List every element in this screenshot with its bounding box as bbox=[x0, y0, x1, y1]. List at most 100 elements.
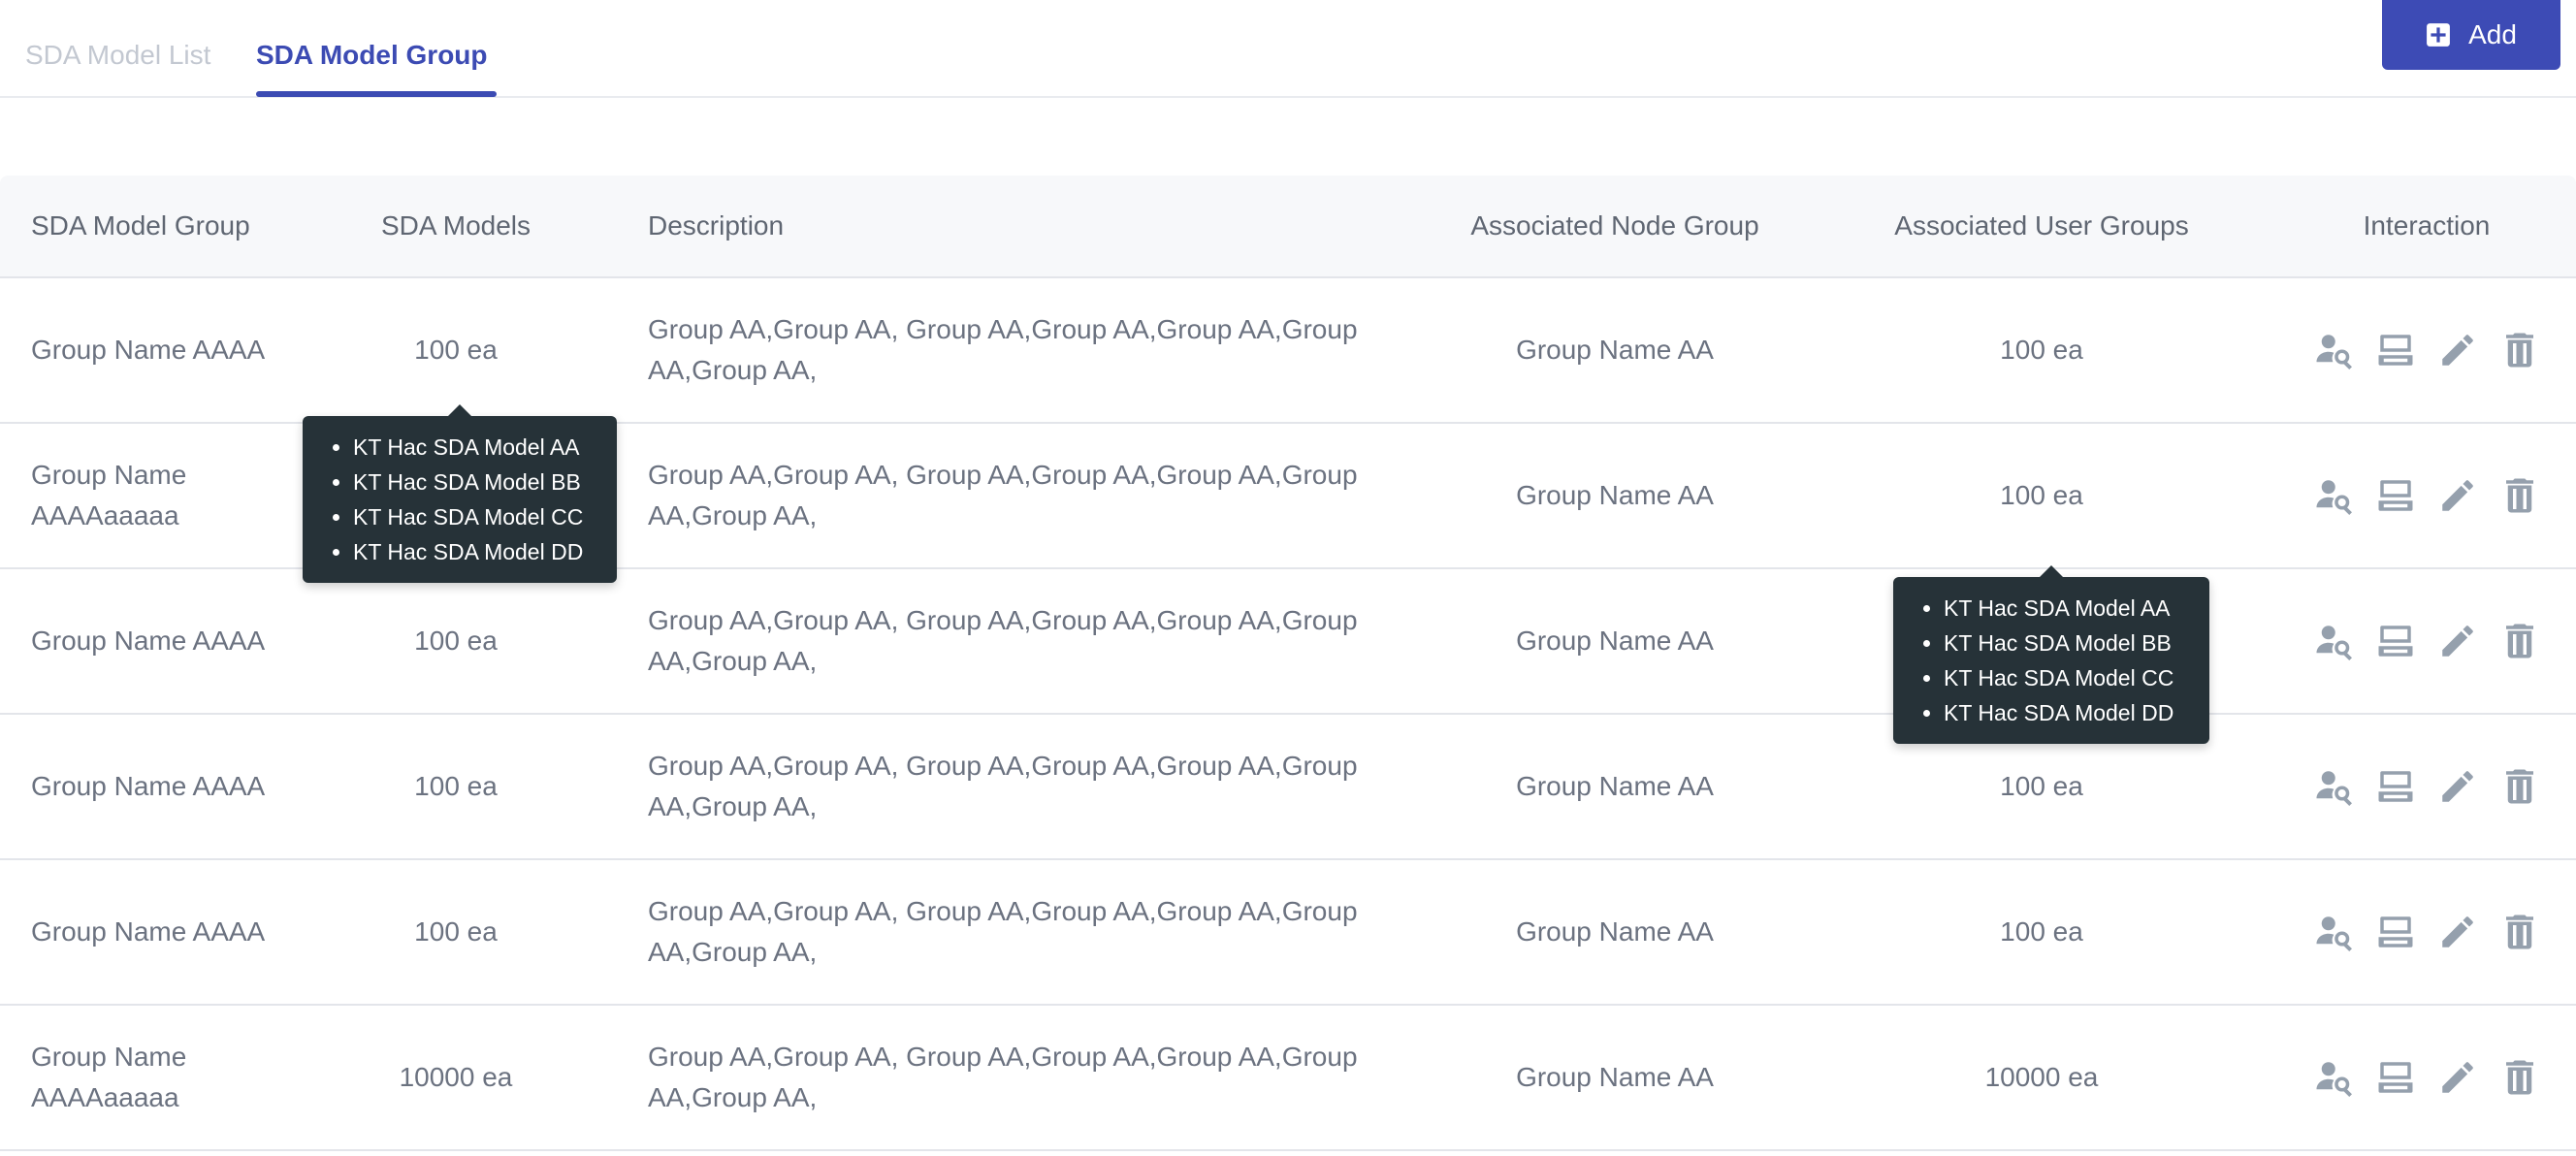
row-sda-models-count[interactable]: 10000 ea bbox=[349, 1006, 563, 1149]
models-tooltip-item: KT Hac SDA Model BB bbox=[353, 465, 594, 499]
row-associated-node-group: Group Name AA bbox=[1516, 480, 1714, 510]
header-interaction: Interaction bbox=[2363, 210, 2491, 241]
models-tooltip: KT Hac SDA Model AAKT Hac SDA Model BBKT… bbox=[303, 404, 617, 583]
row-associated-node-group: Group Name AA bbox=[1516, 626, 1714, 656]
row-group-name: Group Name AAAA bbox=[31, 335, 266, 365]
row-actions bbox=[2312, 911, 2541, 953]
table-row[interactable]: Group Name AAAA 100 ea Group AA,Group AA, … bbox=[0, 860, 2576, 1006]
edit-icon bbox=[2442, 335, 2473, 366]
device-icon bbox=[2378, 771, 2413, 802]
user-search-button[interactable] bbox=[2312, 620, 2355, 662]
row-description: Group AA,Group AA, Group AA,Group AA,Gro… bbox=[648, 751, 1358, 821]
row-description: Group AA,Group AA, Group AA,Group AA,Gro… bbox=[648, 605, 1358, 676]
user-groups-tooltip-item: KT Hac SDA Model CC bbox=[1944, 660, 2186, 695]
edit-button[interactable] bbox=[2436, 1056, 2479, 1099]
delete-button[interactable] bbox=[2498, 765, 2541, 808]
user-search-icon bbox=[2316, 626, 2352, 661]
row-description: Group AA,Group AA, Group AA,Group AA,Gro… bbox=[648, 314, 1358, 385]
tab-sda-model-group[interactable]: SDA Model Group bbox=[246, 39, 498, 72]
delete-button[interactable] bbox=[2498, 620, 2541, 662]
table-header: SDA Model Group SDA Models Description A… bbox=[0, 176, 2576, 278]
row-actions bbox=[2312, 329, 2541, 371]
edit-icon bbox=[2442, 916, 2473, 947]
device-button[interactable] bbox=[2374, 911, 2417, 953]
models-tooltip-list: KT Hac SDA Model AAKT Hac SDA Model BBKT… bbox=[324, 430, 594, 569]
row-associated-node-group: Group Name AA bbox=[1516, 335, 1714, 365]
row-associated-user-groups-count[interactable]: 100 ea bbox=[1843, 424, 2240, 567]
device-button[interactable] bbox=[2374, 765, 2417, 808]
row-description: Group AA,Group AA, Group AA,Group AA,Gro… bbox=[648, 460, 1358, 530]
active-tab-indicator bbox=[256, 91, 497, 97]
row-sda-models-count[interactable]: 100 ea bbox=[349, 278, 563, 422]
header-sda-models[interactable]: SDA Models bbox=[349, 176, 563, 276]
row-interaction bbox=[2299, 569, 2555, 713]
header-sda-model-group[interactable]: SDA Model Group bbox=[31, 176, 322, 276]
add-button-label: Add bbox=[2468, 19, 2517, 49]
header-associated-node-group[interactable]: Associated Node Group bbox=[1426, 176, 1804, 276]
user-groups-tooltip: KT Hac SDA Model AAKT Hac SDA Model BBKT… bbox=[1893, 565, 2209, 744]
user-search-icon bbox=[2316, 1062, 2352, 1098]
device-icon bbox=[2378, 335, 2413, 366]
user-search-button[interactable] bbox=[2312, 1056, 2355, 1099]
row-description: Group AA,Group AA, Group AA,Group AA,Gro… bbox=[648, 1042, 1358, 1112]
row-sda-models-count[interactable]: 100 ea bbox=[349, 569, 563, 713]
device-icon bbox=[2378, 1062, 2413, 1093]
delete-icon bbox=[2506, 1060, 2533, 1095]
user-groups-tooltip-list: KT Hac SDA Model AAKT Hac SDA Model BBKT… bbox=[1915, 591, 2186, 730]
delete-icon bbox=[2506, 915, 2533, 949]
delete-button[interactable] bbox=[2498, 329, 2541, 371]
row-sda-models-count[interactable]: 100 ea bbox=[349, 860, 563, 1004]
tab-sda-model-list[interactable]: SDA Model List bbox=[25, 39, 210, 72]
device-button[interactable] bbox=[2374, 1056, 2417, 1099]
user-search-icon bbox=[2316, 480, 2352, 516]
row-interaction bbox=[2299, 424, 2555, 567]
row-actions bbox=[2312, 1056, 2541, 1099]
edit-button[interactable] bbox=[2436, 765, 2479, 808]
device-button[interactable] bbox=[2374, 474, 2417, 517]
row-interaction bbox=[2299, 715, 2555, 858]
device-icon bbox=[2378, 480, 2413, 511]
row-associated-node-group: Group Name AA bbox=[1516, 916, 1714, 947]
row-associated-user-groups-count[interactable]: 10000 ea bbox=[1843, 1006, 2240, 1149]
edit-icon bbox=[2442, 626, 2473, 657]
table-row[interactable]: Group Name AAAA 100 ea Group AA,Group AA, … bbox=[0, 278, 2576, 424]
user-search-button[interactable] bbox=[2312, 474, 2355, 517]
delete-button[interactable] bbox=[2498, 474, 2541, 517]
row-group-name: Group Name AAAAaaaaa bbox=[31, 1042, 187, 1112]
row-actions bbox=[2312, 474, 2541, 517]
user-groups-tooltip-item: KT Hac SDA Model AA bbox=[1944, 591, 2186, 626]
row-interaction bbox=[2299, 278, 2555, 422]
header-description[interactable]: Description bbox=[648, 176, 1385, 276]
row-group-name: Group Name AAAA bbox=[31, 771, 266, 801]
device-button[interactable] bbox=[2374, 620, 2417, 662]
header-associated-user-groups[interactable]: Associated User Groups bbox=[1843, 176, 2240, 276]
edit-icon bbox=[2442, 480, 2473, 511]
row-associated-node-group: Group Name AA bbox=[1516, 771, 1714, 801]
edit-button[interactable] bbox=[2436, 474, 2479, 517]
edit-button[interactable] bbox=[2436, 620, 2479, 662]
user-search-button[interactable] bbox=[2312, 911, 2355, 953]
delete-icon bbox=[2506, 478, 2533, 513]
device-button[interactable] bbox=[2374, 329, 2417, 371]
edit-button[interactable] bbox=[2436, 911, 2479, 953]
models-tooltip-item: KT Hac SDA Model AA bbox=[353, 430, 594, 465]
row-associated-user-groups-count[interactable]: 100 ea bbox=[1843, 278, 2240, 422]
row-group-name: Group Name AAAA bbox=[31, 626, 266, 656]
delete-button[interactable] bbox=[2498, 911, 2541, 953]
row-associated-user-groups-count[interactable]: 100 ea bbox=[1843, 860, 2240, 1004]
table-row[interactable]: Group Name AAAAaaaaa 10000 ea Group AA,Gro… bbox=[0, 1006, 2576, 1151]
row-actions bbox=[2312, 765, 2541, 808]
user-search-button[interactable] bbox=[2312, 765, 2355, 808]
user-search-button[interactable] bbox=[2312, 329, 2355, 371]
add-button[interactable]: Add bbox=[2382, 0, 2560, 70]
row-sda-models-count[interactable]: 100 ea bbox=[349, 715, 563, 858]
row-associated-node-group: Group Name AA bbox=[1516, 1062, 1714, 1092]
delete-icon bbox=[2506, 333, 2533, 368]
delete-button[interactable] bbox=[2498, 1056, 2541, 1099]
tab-bar: SDA Model List SDA Model Group bbox=[0, 0, 2576, 98]
user-groups-tooltip-item: KT Hac SDA Model DD bbox=[1944, 695, 2186, 730]
row-interaction bbox=[2299, 1006, 2555, 1149]
edit-button[interactable] bbox=[2436, 329, 2479, 371]
user-search-icon bbox=[2316, 916, 2352, 952]
device-icon bbox=[2378, 626, 2413, 657]
